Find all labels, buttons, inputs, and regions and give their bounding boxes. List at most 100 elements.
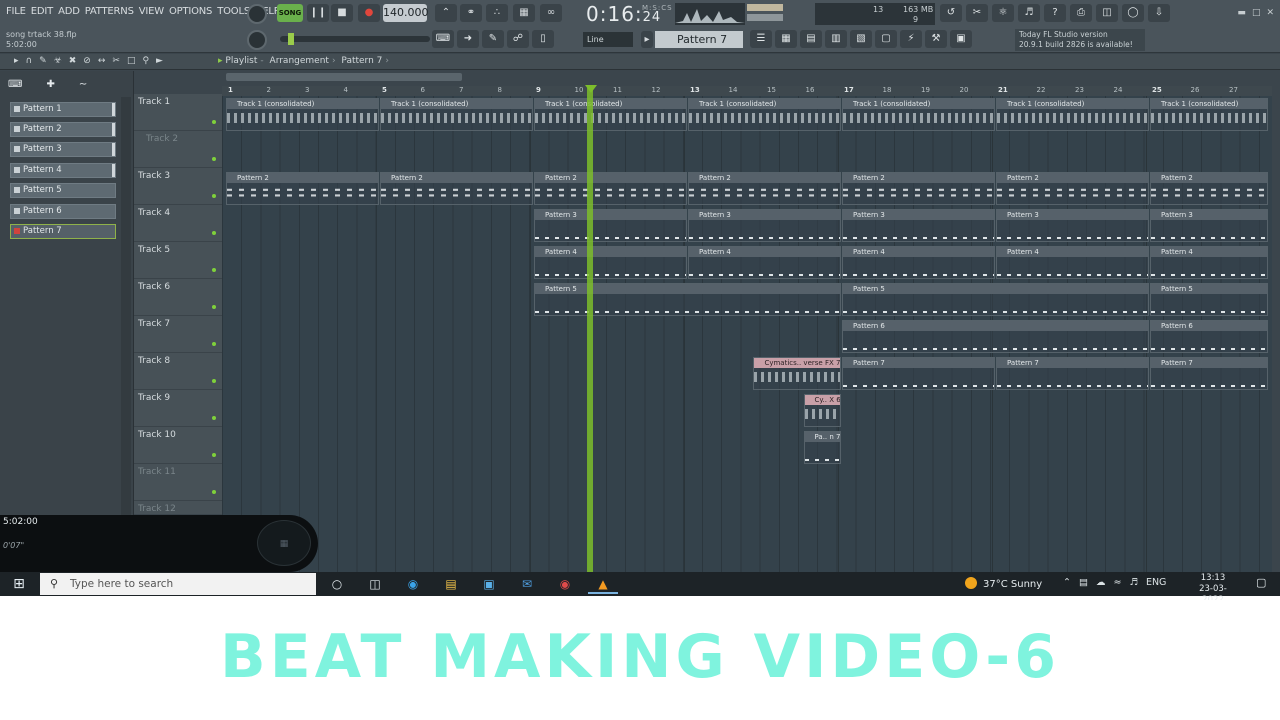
clip-track-6-bar-25[interactable]: Pattern 5 <box>1150 283 1268 316</box>
record-button[interactable]: ● <box>358 4 380 22</box>
clip-track-3-bar-5[interactable]: Pattern 2 <box>380 172 533 205</box>
file-explorer-icon[interactable]: ▤ <box>436 574 466 594</box>
track-led-icon[interactable] <box>212 268 216 272</box>
language-indicator[interactable]: ENG <box>1146 577 1166 588</box>
clip-track-9-bar-16[interactable]: Cy.. X 6 <box>803 394 841 427</box>
clip-track-8-bar-25[interactable]: Pattern 7 <box>1150 357 1268 390</box>
playlist-icon[interactable]: ☰ <box>750 30 772 48</box>
clip-track-3-bar-9[interactable]: Pattern 2 <box>534 172 687 205</box>
countdown-icon[interactable]: ∴ <box>486 4 508 22</box>
wifi-icon[interactable]: ≈ <box>1113 577 1121 588</box>
channel-rack-icon[interactable]: ▦ <box>775 30 797 48</box>
clip-track-1-bar-13[interactable]: Track 1 (consolidated) <box>688 98 841 131</box>
clip-track-10-bar-16[interactable]: Pa.. n 7 <box>803 431 841 464</box>
speaker-icon[interactable]: ♬ <box>1018 4 1040 22</box>
plug-icon[interactable]: ⚡ <box>900 30 922 48</box>
clip-track-5-bar-25[interactable]: Pattern 4 <box>1150 246 1268 279</box>
tools-icon[interactable]: ⚒ <box>925 30 947 48</box>
pattern-item-7[interactable]: Pattern 7 <box>10 224 116 239</box>
breadcrumb-playlist[interactable]: Playlist <box>225 56 257 66</box>
pattern-song-knob[interactable] <box>247 4 267 24</box>
step-edit-icon[interactable]: ▦ <box>513 4 535 22</box>
mute-icon[interactable]: ⊘ <box>83 56 91 66</box>
clip-track-5-bar-17[interactable]: Pattern 4 <box>842 246 995 279</box>
track-header-7[interactable]: Track 7 <box>134 316 222 353</box>
download-icon[interactable]: ⇩ <box>1148 4 1170 22</box>
edge-icon[interactable]: ◉ <box>398 574 428 594</box>
track-header-6[interactable]: Track 6 <box>134 279 222 316</box>
menu-view[interactable]: VIEW <box>139 6 164 17</box>
track-led-icon[interactable] <box>212 120 216 124</box>
track-header-9[interactable]: Track 9 <box>134 390 222 427</box>
close-icon[interactable]: ✕ <box>1266 8 1274 18</box>
microphone-icon[interactable]: ⚛ <box>992 4 1014 22</box>
task-view-icon[interactable]: ◫ <box>360 574 390 594</box>
select-icon[interactable]: □ <box>127 56 136 66</box>
track-header-1[interactable]: Track 1 <box>134 94 222 131</box>
piano-roll-icon[interactable]: ▥ <box>825 30 847 48</box>
piano-icon[interactable]: ⌨ <box>432 30 454 48</box>
windows-start-icon[interactable]: ⊞ <box>8 576 30 592</box>
piano-keys-icon[interactable]: ⌨ <box>8 79 22 90</box>
print-icon[interactable]: ⎙ <box>1070 4 1092 22</box>
draw-icon[interactable]: ✎ <box>39 56 47 66</box>
metronome-icon[interactable]: ⌃ <box>435 4 457 22</box>
timeline-ruler[interactable]: 1 2 3 4 5 6 7 8 9 10 11 12 13 14 15 16 17 18 19 20 21 22 23 24 2… <box>222 86 1272 96</box>
clip-track-4-bar-9[interactable]: Pattern 3 <box>534 209 687 242</box>
clip-track-3-bar-13[interactable]: Pattern 2 <box>688 172 841 205</box>
track-header-10[interactable]: Track 10 <box>134 427 222 464</box>
stop-button[interactable]: ■ <box>331 4 353 22</box>
time-display[interactable]: M:S:CS 0:16:24 <box>586 2 672 26</box>
menu-file[interactable]: FILE <box>6 6 26 17</box>
clip-track-4-bar-25[interactable]: Pattern 3 <box>1150 209 1268 242</box>
plugin-icon[interactable]: ▢ <box>875 30 897 48</box>
clip-track-3-bar-17[interactable]: Pattern 2 <box>842 172 995 205</box>
clip-track-1-bar-17[interactable]: Track 1 (consolidated) <box>842 98 995 131</box>
slice-icon[interactable]: ✂ <box>112 56 120 66</box>
clip-track-1-bar-1[interactable]: Track 1 (consolidated) <box>226 98 379 131</box>
menu-tools[interactable]: TOOLS <box>217 6 250 17</box>
scissors-icon[interactable]: ✂ <box>966 4 988 22</box>
clip-track-5-bar-21[interactable]: Pattern 4 <box>996 246 1149 279</box>
track-led-icon[interactable] <box>212 157 216 161</box>
cloud-icon[interactable]: ☁ <box>1096 577 1106 588</box>
clip-track-3-bar-1[interactable]: Pattern 2 <box>226 172 379 205</box>
pause-button[interactable]: ❙❙ <box>307 4 329 22</box>
playhead-marker[interactable] <box>585 85 597 93</box>
clip-track-7-bar-25[interactable]: Pattern 6 <box>1150 320 1268 353</box>
menu-arrow-icon[interactable]: ▸ <box>14 56 19 66</box>
horizontal-scrollbar[interactable] <box>226 73 462 81</box>
song-mode-button[interactable]: SONG <box>277 4 303 22</box>
track-header-4[interactable]: Track 4 <box>134 205 222 242</box>
fl-studio-taskbar-icon[interactable]: ▲ <box>588 574 618 594</box>
clip-track-8-bar-17[interactable]: Pattern 7 <box>842 357 995 390</box>
help-icon[interactable]: ? <box>1044 4 1066 22</box>
clip-track-3-bar-21[interactable]: Pattern 2 <box>996 172 1149 205</box>
clip-track-4-bar-21[interactable]: Pattern 3 <box>996 209 1149 242</box>
browser-icon[interactable]: ▧ <box>850 30 872 48</box>
delete-icon[interactable]: ✖ <box>69 56 77 66</box>
media-app-icon[interactable]: ◉ <box>550 574 580 594</box>
breadcrumb-arrangement[interactable]: Arrangement <box>270 56 329 66</box>
menu-edit[interactable]: EDIT <box>31 6 53 17</box>
track-led-icon[interactable] <box>212 379 216 383</box>
magnet-icon[interactable]: ∩ <box>26 56 33 66</box>
cortana-icon[interactable]: ○ <box>322 574 352 594</box>
track-led-icon[interactable] <box>212 231 216 235</box>
track-led-icon[interactable] <box>212 490 216 494</box>
taskbar-search-input[interactable]: ⚲ Type here to search <box>40 573 316 595</box>
notifications-icon[interactable]: ▢ <box>1256 576 1266 589</box>
store-icon[interactable]: ▣ <box>474 574 504 594</box>
pattern-item-3[interactable]: Pattern 3 <box>10 142 116 157</box>
master-volume-knob[interactable] <box>247 30 267 50</box>
master-pitch-slider[interactable] <box>280 33 430 45</box>
minimize-icon[interactable]: ▬ <box>1237 8 1246 18</box>
save-icon[interactable]: ◫ <box>1096 4 1118 22</box>
track-header-2[interactable]: Track 2 <box>134 131 222 168</box>
cart-icon[interactable]: ▣ <box>950 30 972 48</box>
clip-track-6-bar-9[interactable]: Pattern 5 <box>534 283 841 316</box>
track-led-icon[interactable] <box>212 416 216 420</box>
network-icon[interactable]: ▤ <box>1079 577 1088 588</box>
clip-track-4-bar-13[interactable]: Pattern 3 <box>688 209 841 242</box>
track-header-11[interactable]: Track 11 <box>134 464 222 501</box>
